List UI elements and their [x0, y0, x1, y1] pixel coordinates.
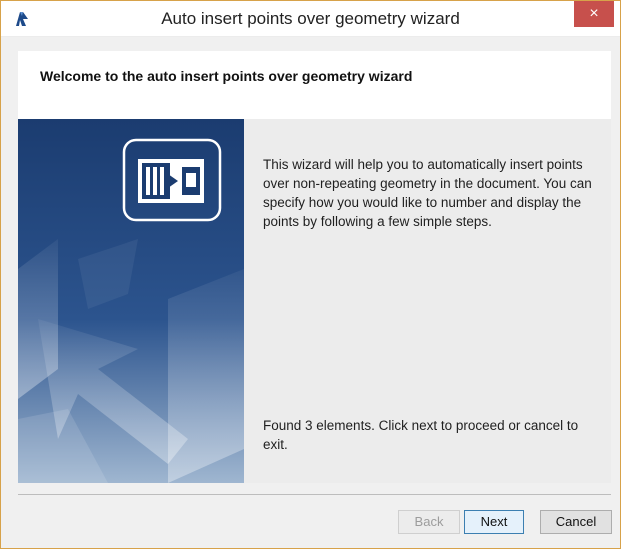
wizard-header: Welcome to the auto insert points over g…: [18, 51, 611, 119]
title-bar[interactable]: Auto insert points over geometry wizard …: [1, 1, 620, 37]
next-button[interactable]: Next: [464, 510, 524, 534]
status-message: Found 3 elements. Click next to proceed …: [263, 418, 579, 452]
wizard-side-banner: [18, 119, 244, 483]
close-button[interactable]: ×: [574, 1, 614, 27]
window-title: Auto insert points over geometry wizard: [161, 9, 460, 28]
wizard-content: This wizard will help you to automatical…: [18, 119, 611, 483]
back-button[interactable]: Back: [398, 510, 460, 534]
footer-divider: [18, 494, 611, 495]
header-title: Welcome to the auto insert points over g…: [40, 68, 413, 84]
cancel-button[interactable]: Cancel: [540, 510, 612, 534]
wizard-window: Auto insert points over geometry wizard …: [0, 0, 621, 549]
wizard-description: This wizard will help you to automatical…: [263, 157, 592, 229]
